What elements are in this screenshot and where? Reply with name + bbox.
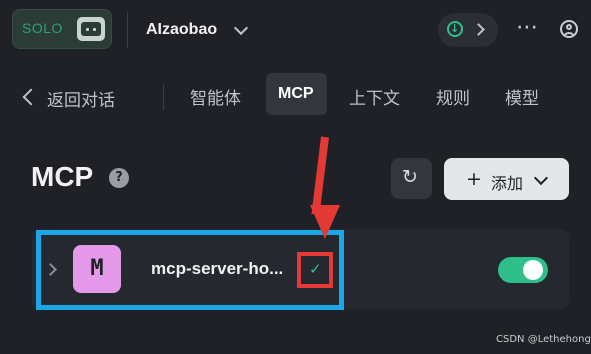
project-name[interactable]: AIzaobao bbox=[146, 21, 217, 39]
toggle-knob bbox=[523, 260, 543, 280]
ellipsis-icon[interactable]: ⋯ bbox=[516, 15, 540, 40]
annotation-arrow bbox=[311, 136, 329, 215]
solo-logo-text: SOLO bbox=[22, 20, 63, 36]
arrow-down-icon: ↓ bbox=[450, 22, 460, 35]
annotation-highlight-box-red bbox=[297, 252, 333, 288]
page-title: MCP bbox=[31, 161, 94, 192]
tab-models[interactable]: 模型 bbox=[505, 84, 539, 109]
chevron-down-icon[interactable] bbox=[233, 20, 249, 36]
back-to-chat-link[interactable]: 返回对话 bbox=[47, 86, 115, 111]
plus-icon: + bbox=[466, 168, 482, 190]
chevron-left-icon[interactable] bbox=[22, 88, 40, 106]
user-circle-icon[interactable] bbox=[560, 20, 578, 38]
tab-rules[interactable]: 规则 bbox=[436, 84, 470, 109]
tab-context[interactable]: 上下文 bbox=[349, 84, 400, 109]
help-icon[interactable]: ? bbox=[109, 168, 129, 188]
refresh-icon: ↻ bbox=[402, 166, 418, 188]
annotation-arrow-head bbox=[310, 205, 340, 239]
header-divider bbox=[127, 12, 128, 48]
nav-divider bbox=[163, 84, 164, 110]
chat-bubble-icon[interactable] bbox=[77, 17, 105, 41]
add-button-label: 添加 bbox=[491, 174, 524, 193]
tab-mcp-label[interactable]: MCP bbox=[278, 85, 314, 103]
watermark: CSDN @Lethehong bbox=[496, 334, 591, 345]
tab-agents[interactable]: 智能体 bbox=[190, 84, 241, 109]
